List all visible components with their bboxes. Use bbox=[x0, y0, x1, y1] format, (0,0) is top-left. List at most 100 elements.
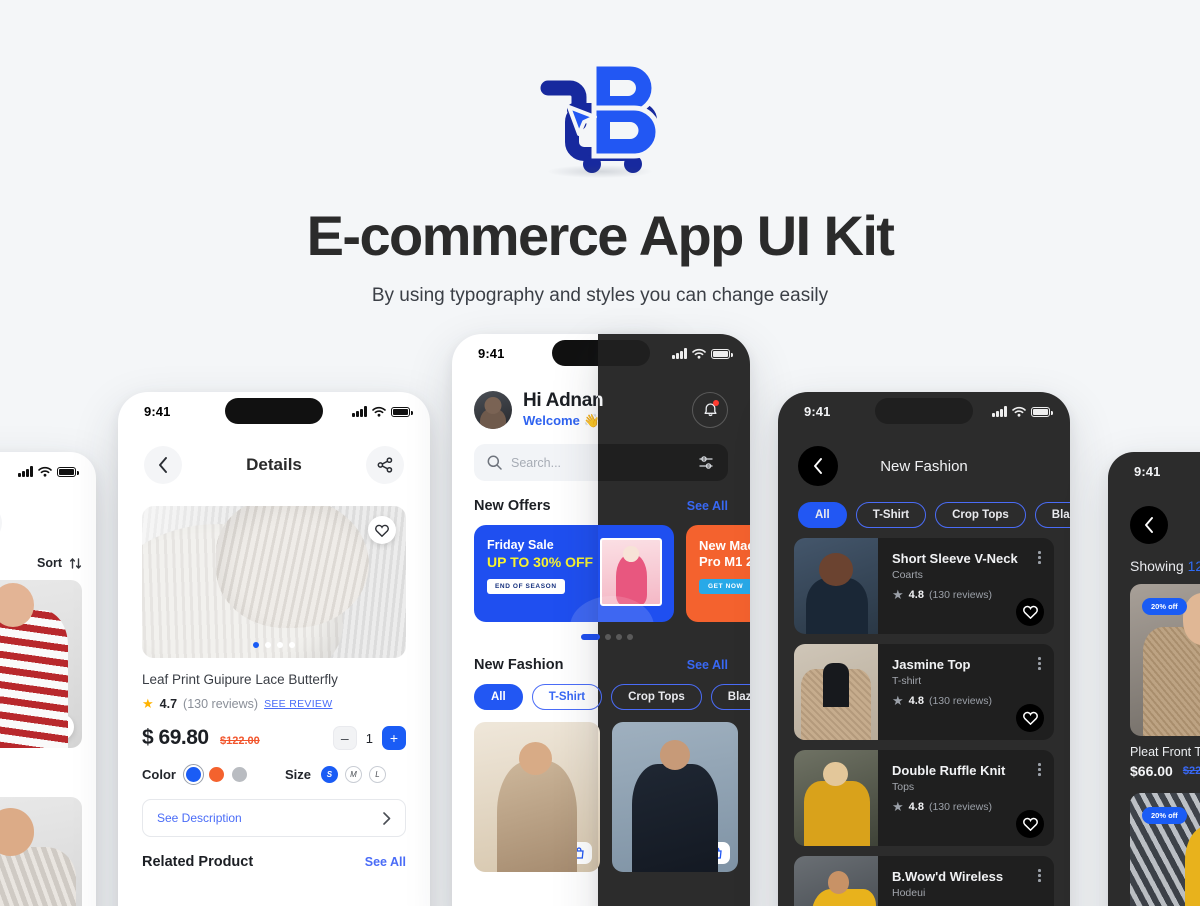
shopping-bag-icon[interactable] bbox=[566, 842, 592, 864]
more-vertical-icon[interactable] bbox=[1038, 869, 1041, 882]
banner-carousel-dots[interactable] bbox=[598, 634, 750, 640]
product-thumbnail bbox=[794, 856, 878, 906]
new-offers-see-all[interactable]: See All bbox=[687, 499, 728, 513]
back-button[interactable] bbox=[798, 446, 838, 486]
hero-section: E-commerce App UI Kit By using typograph… bbox=[0, 0, 1200, 307]
chevron-left-icon bbox=[159, 457, 167, 473]
color-swatch-gray[interactable] bbox=[231, 767, 247, 782]
chip-all[interactable]: All bbox=[798, 502, 847, 528]
product-info: B.Wow'd Wireless Hodeui ★ 4.8 (130 revie… bbox=[878, 856, 1054, 906]
banner-cta[interactable]: GET NOW bbox=[699, 578, 750, 594]
chip-all[interactable]: All bbox=[474, 684, 523, 710]
details-body: Leaf Print Guipure Lace Butterfly ★ 4.7 … bbox=[118, 658, 430, 870]
search-input[interactable] bbox=[598, 444, 728, 481]
user-avatar[interactable] bbox=[474, 390, 512, 429]
back-button[interactable] bbox=[144, 446, 182, 484]
product-card[interactable] bbox=[474, 722, 600, 872]
carousel-dots[interactable] bbox=[253, 642, 295, 648]
quantity-decrement[interactable]: – bbox=[332, 726, 357, 750]
sort-label: Sort bbox=[37, 556, 62, 570]
quantity-increment[interactable]: + bbox=[382, 726, 406, 750]
greeting-name: Hi Adnan bbox=[523, 390, 604, 411]
new-fashion-header: New Fashion See All bbox=[598, 657, 728, 673]
chip-crop-tops[interactable]: Crop Tops bbox=[935, 502, 1026, 528]
back-button[interactable] bbox=[1130, 506, 1168, 544]
chip-blaze[interactable]: Blaze bbox=[710, 684, 750, 710]
bucket-cart-b-logo bbox=[530, 52, 670, 178]
chip-crop-tops[interactable]: Crop Tops bbox=[611, 684, 702, 710]
heart-icon[interactable] bbox=[1016, 810, 1044, 838]
more-vertical-icon[interactable] bbox=[1038, 657, 1041, 670]
star-icon: ★ bbox=[892, 587, 904, 602]
star-icon: ★ bbox=[892, 693, 904, 708]
heart-icon[interactable] bbox=[368, 516, 396, 544]
price-row: $ 69.80 $122.00 – 1 + bbox=[142, 726, 406, 750]
review-count: (130 reviews) bbox=[928, 695, 992, 707]
sliders-icon[interactable] bbox=[0, 504, 2, 542]
offer-banner-friday-sale[interactable]: Friday Sale UP TO 30% OFF END OF SEASON bbox=[598, 525, 674, 622]
size-option-s[interactable]: S bbox=[320, 766, 338, 783]
new-fashion-see-all[interactable]: See All bbox=[687, 658, 728, 672]
color-swatches[interactable] bbox=[182, 764, 247, 785]
color-label: Color bbox=[142, 767, 176, 782]
product-thumbnail bbox=[794, 538, 878, 634]
page-title: E-commerce App UI Kit bbox=[306, 204, 895, 267]
status-icons bbox=[992, 403, 1053, 417]
see-description-button[interactable]: See Description bbox=[142, 799, 406, 837]
size-option-m[interactable]: M bbox=[344, 766, 362, 783]
product-thumbnail bbox=[794, 644, 878, 740]
rating-value: 4.7 bbox=[159, 697, 178, 711]
list-item[interactable]: Jasmine Top T-shirt ★ 4.8 (130 reviews) bbox=[794, 644, 1054, 740]
product-card[interactable] bbox=[598, 722, 600, 872]
battery-icon bbox=[391, 406, 413, 417]
offer-banner-macpro[interactable]: New Mac Pro M1 2… GET NOW bbox=[686, 525, 750, 622]
color-swatch-blue[interactable] bbox=[182, 764, 204, 785]
list-item[interactable]: Double Ruffle Knit Tops ★ 4.8 (130 revie… bbox=[794, 750, 1054, 846]
share-button[interactable] bbox=[366, 446, 404, 484]
chip-tshirt[interactable]: T-Shirt bbox=[531, 684, 603, 710]
heart-icon[interactable] bbox=[1016, 598, 1044, 626]
chip-tshirt[interactable]: T-Shirt bbox=[598, 684, 603, 710]
heart-icon[interactable] bbox=[48, 714, 74, 740]
product-card[interactable] bbox=[612, 722, 738, 872]
size-options[interactable]: S M L bbox=[320, 766, 386, 783]
home-dark-content: Hi Adnan Welcome 👋 New Offers See All bbox=[598, 334, 750, 872]
more-vertical-icon[interactable] bbox=[1038, 551, 1041, 564]
list-item[interactable]: B.Wow'd Wireless Hodeui ★ 4.8 (130 revie… bbox=[794, 856, 1054, 906]
more-vertical-icon[interactable] bbox=[1038, 763, 1041, 776]
sliders-icon[interactable] bbox=[698, 455, 715, 470]
rating-row: ★ 4.7 (130 reviews) SEE REVIEW bbox=[142, 696, 406, 712]
rating-row: ★ 4.8 (130 reviews) bbox=[892, 693, 1042, 709]
product-card-image[interactable] bbox=[0, 797, 82, 906]
related-see-all[interactable]: See All bbox=[365, 855, 406, 869]
list-item[interactable]: Short Sleeve V-Neck Coarts ★ 4.8 (130 re… bbox=[794, 538, 1054, 634]
see-review-link[interactable]: SEE REVIEW bbox=[264, 698, 332, 710]
product-list: Short Sleeve V-Neck Coarts ★ 4.8 (130 re… bbox=[794, 538, 1054, 906]
size-label: Size bbox=[284, 767, 311, 782]
heart-icon[interactable] bbox=[1016, 704, 1044, 732]
discount-badge: 20% off bbox=[1142, 598, 1187, 615]
product-image-carousel[interactable] bbox=[142, 506, 406, 658]
share-icon bbox=[377, 457, 393, 473]
product-card[interactable]: 20% off bbox=[1130, 584, 1200, 736]
status-icons bbox=[672, 345, 733, 359]
page-title: Details bbox=[246, 455, 302, 474]
quantity-stepper[interactable]: – 1 + bbox=[332, 726, 406, 750]
carousel-dot-active[interactable] bbox=[598, 634, 600, 640]
left-phone-toolbar bbox=[0, 494, 96, 542]
chip-blaze[interactable]: Blaze bbox=[1034, 502, 1070, 528]
sort-control[interactable]: Sort bbox=[0, 556, 82, 570]
shopping-bag-icon[interactable] bbox=[704, 842, 730, 864]
chip-tshirt[interactable]: T-Shirt bbox=[855, 502, 927, 528]
size-option-l[interactable]: L bbox=[368, 766, 386, 783]
bell-icon[interactable] bbox=[692, 391, 728, 428]
color-swatch-orange[interactable] bbox=[208, 767, 224, 782]
review-count: (130 reviews) bbox=[928, 801, 992, 813]
status-icons bbox=[18, 463, 79, 477]
category-chips: All T-Shirt Crop Tops Blaze bbox=[798, 502, 1070, 528]
product-card[interactable]: 20% off bbox=[1130, 793, 1200, 906]
status-bar: 9:41 bbox=[1108, 452, 1200, 494]
banner-line1: New Mac bbox=[699, 538, 750, 553]
status-bar bbox=[0, 452, 96, 494]
product-card-image[interactable] bbox=[0, 580, 82, 748]
